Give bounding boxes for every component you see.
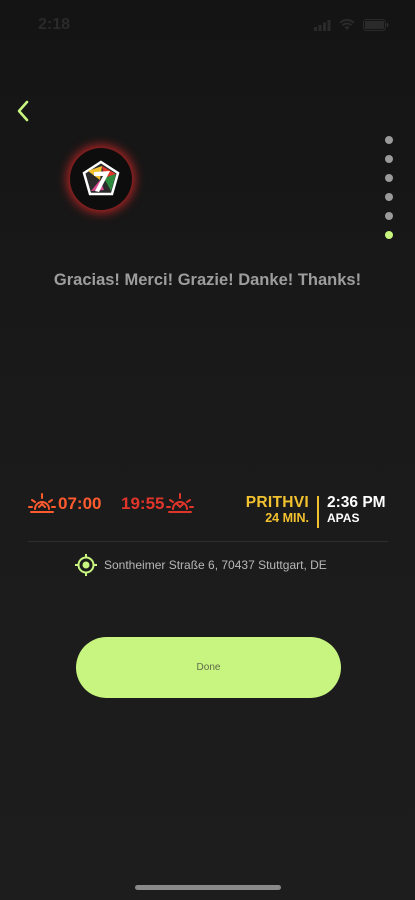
sunset-time: 19:55 (121, 494, 165, 513)
vertical-divider (317, 496, 319, 528)
location-row[interactable]: Sontheimer Straße 6, 70437 Stuttgart, DE (74, 553, 327, 577)
sunrise-group: 07:00 (28, 492, 101, 516)
app-logo (70, 148, 132, 210)
done-button-label: Done (196, 662, 221, 673)
page-dot (385, 155, 393, 163)
sunrise-time: 07:00 (58, 494, 102, 513)
mode-name: PRITHVI (245, 494, 309, 511)
signal-icon (314, 18, 331, 36)
page-dot (385, 212, 393, 220)
thank-you-message: Gracias! Merci! Grazie! Danke! Thanks! (53, 271, 362, 289)
sunrise-icon (28, 493, 56, 513)
page-indicator (384, 136, 394, 250)
chevron-left-icon (17, 100, 29, 122)
back-button[interactable] (10, 98, 36, 124)
sunset-group: 19:55 (121, 492, 195, 516)
battery-icon (363, 18, 389, 36)
current-info: 2:36 PM APAS (327, 494, 386, 526)
wifi-icon (339, 18, 355, 36)
mode-info: PRITHVI 24 MIN. (246, 494, 309, 526)
page-dot (385, 193, 393, 201)
location-address: Sontheimer Straße 6, 70437 Stuttgart, DE (104, 558, 327, 572)
page-dot (385, 174, 393, 182)
page-dot-active (385, 231, 393, 239)
current-time: 2:36 PM (327, 494, 386, 511)
pentagon-logo-icon (82, 160, 120, 196)
page-dot (385, 136, 393, 144)
status-icons (314, 18, 389, 36)
status-bar: 2:18 (0, 0, 415, 50)
mode-duration: 24 MIN. (265, 511, 309, 525)
location-target-icon (75, 554, 97, 576)
status-time: 2:18 (38, 16, 71, 33)
done-button[interactable]: Done (76, 637, 341, 698)
home-indicator (135, 885, 281, 890)
practice-info-row: 07:00 19:55 PRITHVI 24 MIN. 2:36 PM APAS (0, 488, 415, 528)
sunset-icon (166, 493, 195, 513)
horizontal-divider (28, 541, 388, 542)
current-label: APAS (327, 511, 360, 525)
